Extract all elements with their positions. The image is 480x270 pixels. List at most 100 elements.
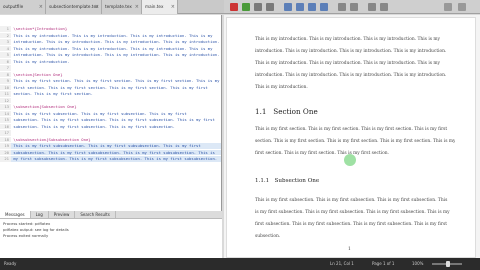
code-line[interactable]: 4 This is my introduction. This is my in… xyxy=(0,45,221,52)
subsection-heading: 1.1.1 Subsection One xyxy=(255,178,319,184)
code-line[interactable]: 14 This is my first subsection. This is … xyxy=(0,110,221,117)
pdf-paragraph-line: section. This is my first section. This … xyxy=(255,139,455,144)
code-line[interactable]: 15 subsection. This is my first subsecti… xyxy=(0,117,221,123)
tab-label: template.tex xyxy=(105,4,132,9)
code-text: This is my introduction. This is my intr… xyxy=(11,45,213,51)
code-text: This is my first section. This is my fir… xyxy=(11,78,220,83)
code-text: \section{Section One} xyxy=(11,71,63,77)
code-editor[interactable]: 1 \section*{Introduction} 2 This is my in… xyxy=(0,15,222,211)
tab-outputfile[interactable]: outputfile × xyxy=(0,0,46,14)
cursor-position: Ln 21, Col 1 xyxy=(330,261,354,266)
tab-subsectiontemplate[interactable]: subsectiontemplate.tex × xyxy=(46,0,102,14)
line-number: 15 xyxy=(0,117,11,123)
zoom-in-icon[interactable] xyxy=(338,3,346,11)
pdf-viewer-toolbar xyxy=(224,0,480,14)
code-line[interactable]: 10 first section. This is my first secti… xyxy=(0,84,221,91)
section-number: 1.1 xyxy=(255,107,267,116)
code-line[interactable]: 6 This is my introduction. xyxy=(0,58,221,65)
pdf-page[interactable]: This is my introduction. This is my intr… xyxy=(226,17,476,258)
fit-page-icon[interactable] xyxy=(380,3,388,11)
stop-icon[interactable] xyxy=(230,3,238,11)
line-number: 11 xyxy=(0,91,11,97)
code-text: subsection. This is my first subsection.… xyxy=(11,117,215,122)
tab-label: subsectiontemplate.tex xyxy=(49,4,99,9)
subsection-number: 1.1.1 xyxy=(255,178,270,184)
code-line[interactable]: 19 This is my first subsubsection. This … xyxy=(0,143,221,149)
line-number: 6 xyxy=(0,58,11,65)
code-line[interactable]: 3 introduction. This is my introduction.… xyxy=(0,39,221,45)
tab-template[interactable]: template.tex × xyxy=(102,0,142,14)
code-text: This is my introduction. xyxy=(11,58,70,64)
line-number: 10 xyxy=(0,84,11,91)
zoom-slider-handle[interactable] xyxy=(446,261,450,267)
line-number: 13 xyxy=(0,104,11,110)
code-line[interactable]: 7 xyxy=(0,65,221,71)
code-line[interactable]: 5 introduction. This is my introduction.… xyxy=(0,52,221,58)
console-line: Process exited normally xyxy=(3,233,49,238)
code-line[interactable]: 2 This is my introduction. This is my in… xyxy=(0,32,221,39)
first-page-icon[interactable] xyxy=(284,3,292,11)
section-title: Section One xyxy=(273,107,318,116)
fit-width-icon[interactable] xyxy=(368,3,376,11)
code-line[interactable]: 13 \subsection{Subsection One} xyxy=(0,104,221,110)
code-line[interactable]: 12 xyxy=(0,97,221,104)
code-line[interactable]: 18 \subsubsection{Subsubsection One} xyxy=(0,136,221,143)
code-text: first section. This is my first section.… xyxy=(11,84,208,90)
code-line[interactable]: 8 \section{Section One} xyxy=(0,71,221,78)
code-line[interactable]: 16 subsection. This is my first subsecti… xyxy=(0,123,221,130)
code-line[interactable]: 21 my first subsubsection. This is my fi… xyxy=(0,156,221,162)
code-text: \section*{Introduction} xyxy=(11,26,68,31)
console-line: pdflatex output: see log for details xyxy=(3,227,69,232)
code-line[interactable]: 11 section. This is my first section. xyxy=(0,91,221,97)
previous-page-icon[interactable] xyxy=(296,3,304,11)
pdf-paragraph-line: This is my first subsection. This is my … xyxy=(255,198,448,203)
pdf-paragraph-line: This is my first section. This is my fir… xyxy=(255,127,448,132)
run-icon[interactable] xyxy=(242,3,250,11)
search-icon[interactable] xyxy=(444,3,452,11)
line-number: 14 xyxy=(0,110,11,117)
line-number: 17 xyxy=(0,130,11,136)
tab-search-results[interactable]: Search Results xyxy=(75,211,116,218)
tab-log[interactable]: Log xyxy=(31,211,49,218)
pdf-paragraph-line: introduction. This is my introduction. T… xyxy=(255,49,447,54)
code-text: section. This is my first section. xyxy=(11,91,93,96)
last-page-icon[interactable] xyxy=(320,3,328,11)
pdf-paragraph-line: first subsection. This is my first subse… xyxy=(255,222,447,227)
code-text: \subsubsection{Subsubsection One} xyxy=(11,136,91,142)
code-line[interactable]: 17 xyxy=(0,130,221,136)
code-line[interactable]: 9 This is my first section. This is my f… xyxy=(0,78,221,84)
zoom-out-icon[interactable] xyxy=(350,3,358,11)
pdf-paragraph-line: This is my introduction. This is my intr… xyxy=(255,61,441,66)
forward-icon[interactable] xyxy=(266,3,274,11)
line-number: 16 xyxy=(0,123,11,130)
line-number: 1 xyxy=(0,26,11,32)
tab-label: main.tex xyxy=(145,4,164,9)
code-text: This is my first subsection. This is my … xyxy=(11,110,187,116)
line-number: 2 xyxy=(0,32,11,39)
code-text: my first subsubsection. This is my first… xyxy=(11,156,218,161)
close-icon[interactable]: × xyxy=(95,0,99,14)
pdf-paragraph-line: introduction. This is my introduction. T… xyxy=(255,73,447,78)
tab-preview[interactable]: Preview xyxy=(49,211,76,218)
line-number: 7 xyxy=(0,65,11,71)
close-icon[interactable]: × xyxy=(39,0,43,14)
settings-icon[interactable] xyxy=(458,3,466,11)
next-page-icon[interactable] xyxy=(308,3,316,11)
tab-messages[interactable]: Messages xyxy=(0,211,31,218)
page-indicator: Page 1 of 1 xyxy=(372,261,395,266)
line-number: 18 xyxy=(0,136,11,143)
close-icon[interactable]: × xyxy=(171,0,175,14)
code-text: This is my first subsubsection. This is … xyxy=(11,143,201,148)
pdf-paragraph-line: subsection. xyxy=(255,234,281,239)
code-text: subsubsection. This is my first subsubse… xyxy=(11,149,215,155)
line-number: 3 xyxy=(0,39,11,45)
code-line[interactable]: 1 \section*{Introduction} xyxy=(0,26,221,32)
code-line[interactable]: 20 subsubsection. This is my first subsu… xyxy=(0,149,221,156)
zoom-level[interactable]: 100% xyxy=(412,261,423,266)
page-number: 1 xyxy=(348,247,351,252)
back-icon[interactable] xyxy=(254,3,262,11)
code-text: subsection. This is my first subsection.… xyxy=(11,123,175,129)
tab-main[interactable]: main.tex × xyxy=(142,0,178,14)
section-heading: 1.1 Section One xyxy=(255,107,318,116)
close-icon[interactable]: × xyxy=(135,0,139,14)
